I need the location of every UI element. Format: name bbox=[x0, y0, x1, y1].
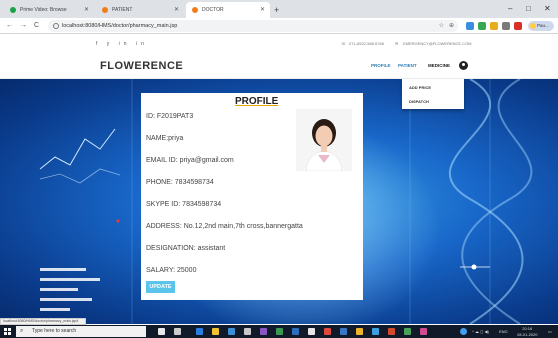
profile-card: PROFILE ID: F2019PAT3 NAME:priya EMAIL I… bbox=[141, 93, 363, 300]
field-email: EMAIL ID: priya@gmail.com bbox=[146, 157, 234, 164]
site-favicon-icon bbox=[192, 7, 198, 13]
app-icon[interactable] bbox=[308, 328, 315, 335]
clock-date: 28-01-2020 bbox=[517, 332, 538, 337]
app-icon[interactable] bbox=[372, 328, 379, 335]
notification-icon[interactable]: ▭ bbox=[548, 325, 552, 338]
close-icon[interactable]: ✕ bbox=[174, 2, 179, 18]
back-button[interactable]: ← bbox=[6, 18, 13, 34]
twitter-icon[interactable]: y bbox=[107, 41, 114, 47]
app-icon[interactable] bbox=[404, 328, 411, 335]
clock-time: 20:16 bbox=[522, 326, 533, 331]
browser-tab-bar: Prime Video: Browse ✕ PATIENT ✕ DOCTOR ✕… bbox=[0, 0, 558, 18]
app-icon[interactable] bbox=[292, 328, 299, 335]
field-address: ADDRESS: No.12,2nd main,7th cross,banner… bbox=[146, 223, 303, 230]
field-skype: SKYPE ID: 7834598734 bbox=[146, 201, 222, 208]
search-placeholder: Type here to search bbox=[32, 328, 77, 334]
update-button[interactable]: UPDATE bbox=[146, 281, 175, 293]
field-salary: SALARY: 25000 bbox=[146, 267, 197, 274]
language-indicator[interactable]: ENG bbox=[499, 325, 508, 338]
site-favicon-icon bbox=[102, 7, 108, 13]
google-plus-icon[interactable]: in bbox=[119, 41, 131, 47]
tab-doctor[interactable]: DOCTOR ✕ bbox=[186, 2, 270, 18]
zoom-icon[interactable]: ⊕ bbox=[449, 20, 454, 32]
app-icon[interactable] bbox=[340, 328, 347, 335]
user-account-icon[interactable] bbox=[459, 61, 468, 70]
store-icon[interactable] bbox=[228, 328, 235, 335]
close-icon[interactable]: ✕ bbox=[260, 2, 265, 18]
social-links: f y in in bbox=[96, 35, 148, 53]
edge-icon[interactable] bbox=[196, 328, 203, 335]
field-id: ID: F2019PAT3 bbox=[146, 113, 194, 120]
reload-button[interactable]: C bbox=[34, 18, 39, 34]
medicine-dropdown-menu: ADD PRICE DISPATCH bbox=[402, 79, 464, 109]
app-icon[interactable] bbox=[276, 328, 283, 335]
cortana-icon[interactable] bbox=[158, 328, 165, 335]
tab-label: Prime Video: Browse bbox=[20, 7, 67, 13]
info-icon[interactable] bbox=[53, 23, 59, 29]
contact-email: EMERGENCY@FLOWERENCE.COM bbox=[403, 41, 472, 46]
extension-icon[interactable] bbox=[502, 22, 510, 30]
app-icon[interactable] bbox=[324, 328, 331, 335]
link-status-bar: localhost:8080/HMS/doctor/pharmacy_main.… bbox=[0, 318, 86, 325]
bookmark-star-icon[interactable]: ☆ bbox=[439, 20, 444, 32]
new-tab-button[interactable]: + bbox=[274, 2, 279, 18]
site-logo[interactable]: FLOWERENCE bbox=[100, 53, 183, 79]
site-navbar: FLOWERENCE PROFILE PATIENT MEDICINE bbox=[0, 53, 558, 79]
windows-taskbar: ⌕ Type here to search ^ ☁ ◻ ◀) ENG 20:16… bbox=[0, 325, 558, 338]
linkedin-icon[interactable]: in bbox=[136, 41, 148, 47]
chrome-icon[interactable] bbox=[356, 328, 363, 335]
minimize-button[interactable]: – bbox=[508, 0, 512, 18]
field-designation: DESIGNATION: assistant bbox=[146, 245, 226, 252]
contact-phone: 071-6522-568 6766 bbox=[349, 41, 384, 46]
nav-patient[interactable]: PATIENT bbox=[398, 53, 417, 79]
facebook-icon[interactable]: f bbox=[96, 41, 101, 47]
profile-title: PROFILE bbox=[235, 96, 279, 107]
extension-icon[interactable] bbox=[466, 22, 474, 30]
prime-video-favicon-icon bbox=[10, 7, 16, 13]
phone-icon: ☏ bbox=[341, 41, 347, 46]
menu-item-add-price[interactable]: ADD PRICE bbox=[409, 85, 431, 90]
browser-toolbar: ← → C localhost:8080/HMS/doctor/pharmacy… bbox=[0, 18, 558, 34]
close-window-button[interactable]: ✕ bbox=[544, 0, 551, 18]
url-text[interactable]: localhost:8080/HMS/doctor/pharmacy_main.… bbox=[62, 20, 177, 32]
magnifier-icon: ⌕ bbox=[20, 328, 24, 334]
maximize-button[interactable]: □ bbox=[526, 0, 531, 18]
field-phone: PHONE: 7834598734 bbox=[146, 179, 214, 186]
tab-label: PATIENT bbox=[112, 7, 133, 13]
windows-start-icon[interactable] bbox=[4, 328, 11, 335]
profile-photo bbox=[296, 109, 352, 171]
close-icon[interactable]: ✕ bbox=[84, 2, 89, 18]
field-name: NAME:priya bbox=[146, 135, 184, 142]
forward-button[interactable]: → bbox=[20, 18, 27, 34]
extension-icon[interactable] bbox=[490, 22, 498, 30]
app-icon[interactable] bbox=[388, 328, 395, 335]
app-icon[interactable] bbox=[260, 328, 267, 335]
site-top-strip: f y in in ☏ 071-6522-568 6766 ✉ EMERGENC… bbox=[0, 35, 558, 53]
clock[interactable]: 20:16 28-01-2020 bbox=[517, 326, 537, 338]
tab-label: DOCTOR bbox=[202, 7, 224, 13]
extension-icon[interactable] bbox=[478, 22, 486, 30]
nav-profile[interactable]: PROFILE bbox=[371, 53, 391, 79]
file-explorer-icon[interactable] bbox=[212, 328, 219, 335]
tab-patient[interactable]: PATIENT ✕ bbox=[96, 2, 184, 18]
avatar bbox=[530, 23, 536, 29]
extension-icon[interactable] bbox=[514, 22, 522, 30]
email-icon: ✉ bbox=[395, 41, 399, 46]
browser-profile-button[interactable]: Pau... bbox=[528, 21, 554, 31]
address-bar[interactable]: localhost:8080/HMS/doctor/pharmacy_main.… bbox=[48, 20, 458, 32]
profile-label: Pau... bbox=[537, 23, 549, 28]
taskbar-search-box[interactable]: ⌕ Type here to search bbox=[16, 326, 146, 337]
tab-prime-video[interactable]: Prime Video: Browse ✕ bbox=[4, 2, 94, 18]
nav-medicine[interactable]: MEDICINE bbox=[428, 53, 450, 79]
system-tray-icons[interactable]: ^ ☁ ◻ ◀) bbox=[472, 325, 489, 338]
app-icon[interactable] bbox=[420, 328, 427, 335]
app-icon[interactable] bbox=[244, 328, 251, 335]
task-view-icon[interactable] bbox=[174, 328, 181, 335]
people-icon[interactable] bbox=[460, 328, 467, 335]
menu-item-dispatch[interactable]: DISPATCH bbox=[409, 99, 429, 104]
